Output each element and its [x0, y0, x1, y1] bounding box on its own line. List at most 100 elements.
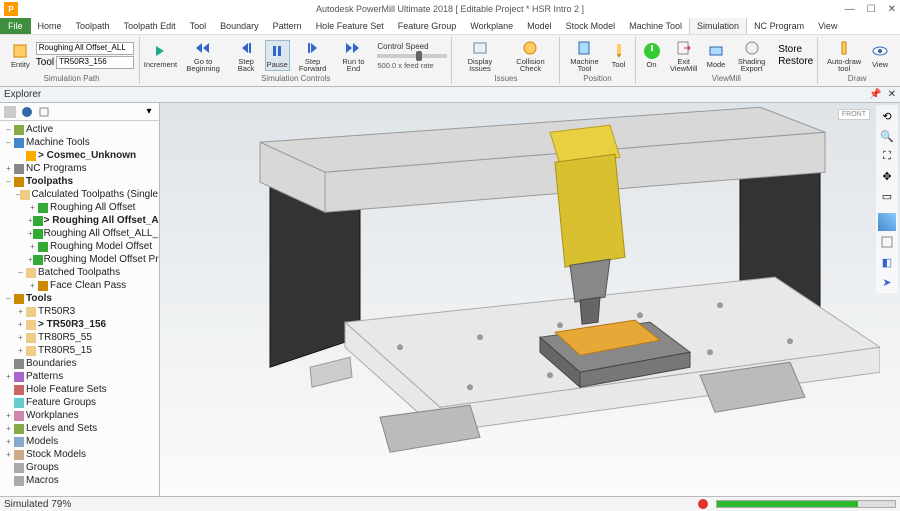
- vp-zoomwin-icon[interactable]: ▭: [878, 187, 896, 205]
- maximize-button[interactable]: ☐: [867, 4, 876, 15]
- tree-item[interactable]: Hole Feature Sets: [0, 383, 159, 396]
- vp-iso-icon[interactable]: ◧: [878, 253, 896, 271]
- pause-button[interactable]: Pause: [265, 40, 290, 71]
- explorer-pin-icon[interactable]: 📌: [869, 89, 881, 100]
- tree-item[interactable]: +> Roughing All Offset_ALL: [0, 214, 159, 227]
- menu-tab-tool[interactable]: Tool: [183, 18, 214, 34]
- display-issues-button[interactable]: Display Issues: [456, 38, 503, 74]
- vp-orbit-icon[interactable]: ⟲: [878, 107, 896, 125]
- tree-item[interactable]: Macros: [0, 474, 159, 487]
- explorer-close-icon[interactable]: ✕: [888, 89, 896, 100]
- machine-tool-button[interactable]: Machine Tool: [564, 38, 604, 74]
- menu-tab-model[interactable]: Model: [520, 18, 559, 34]
- shading-export-button[interactable]: Shading Export: [730, 38, 773, 74]
- tree-item[interactable]: +Roughing Model Offset: [0, 240, 159, 253]
- tree-item[interactable]: –Calculated Toolpaths (Single Level): [0, 188, 159, 201]
- tree-item[interactable]: +Patterns: [0, 370, 159, 383]
- tree-item[interactable]: +Models: [0, 435, 159, 448]
- run-to-end-button[interactable]: Run to End: [336, 38, 372, 74]
- menu-tab-home[interactable]: Home: [31, 18, 69, 34]
- tree-toggle-icon[interactable]: –: [16, 268, 25, 277]
- tree-toggle-icon[interactable]: +: [28, 281, 37, 290]
- vp-zoom-icon[interactable]: 🔍: [878, 127, 896, 145]
- tree-toggle-icon[interactable]: –: [4, 294, 13, 303]
- tree-toggle-icon[interactable]: +: [4, 450, 13, 459]
- tree-item[interactable]: +Roughing All Offset: [0, 201, 159, 214]
- menu-tab-pattern[interactable]: Pattern: [266, 18, 309, 34]
- menu-tab-toolpath-edit[interactable]: Toolpath Edit: [117, 18, 183, 34]
- tree-item[interactable]: +Workplanes: [0, 409, 159, 422]
- tool-position-button[interactable]: Tool: [607, 41, 631, 70]
- tree-toggle-icon[interactable]: –: [4, 125, 13, 134]
- tree-toggle-icon[interactable]: +: [4, 437, 13, 446]
- menu-tab-toolpath[interactable]: Toolpath: [69, 18, 117, 34]
- tree-item[interactable]: Boundaries: [0, 357, 159, 370]
- auto-draw-button[interactable]: Auto-draw tool: [822, 38, 866, 74]
- viewport-3d[interactable]: FRONT ⟲ 🔍 ⛶ ✥ ▭ ◧ ➤: [160, 103, 900, 496]
- menu-tab-workplane[interactable]: Workplane: [463, 18, 520, 34]
- tree-item[interactable]: +Face Clean Pass: [0, 279, 159, 292]
- explorer-menu-icon[interactable]: ▾: [142, 105, 156, 119]
- toolpath-combo[interactable]: Roughing All Offset_ALL: [36, 42, 134, 55]
- collision-check-button[interactable]: Collision Check: [506, 38, 556, 74]
- tree-item[interactable]: +NC Programs: [0, 162, 159, 175]
- vp-fit-icon[interactable]: ⛶: [878, 147, 896, 165]
- entity-button[interactable]: Entity: [8, 41, 33, 70]
- restore-button[interactable]: Restore: [778, 56, 813, 67]
- tree-toggle-icon[interactable]: +: [16, 307, 25, 316]
- tree-item[interactable]: +Roughing Model Offset Profile Smo: [0, 253, 159, 266]
- tree-toggle-icon[interactable]: +: [4, 411, 13, 420]
- tree-item[interactable]: Feature Groups: [0, 396, 159, 409]
- tree-item[interactable]: –Machine Tools: [0, 136, 159, 149]
- tree-item[interactable]: +Stock Models: [0, 448, 159, 461]
- vp-shade-icon[interactable]: [878, 213, 896, 231]
- vp-pan-icon[interactable]: ✥: [878, 167, 896, 185]
- tree-toggle-icon[interactable]: +: [4, 164, 13, 173]
- menu-tab-stock-model[interactable]: Stock Model: [559, 18, 623, 34]
- tree-item[interactable]: Groups: [0, 461, 159, 474]
- menu-tab-feature-group[interactable]: Feature Group: [391, 18, 464, 34]
- tool-combo[interactable]: TR50R3_156: [56, 56, 134, 69]
- mode-button[interactable]: Mode: [704, 41, 728, 70]
- close-button[interactable]: ✕: [888, 4, 896, 15]
- tree-toggle-icon[interactable]: +: [16, 346, 25, 355]
- tree-item[interactable]: +TR80R5_55: [0, 331, 159, 344]
- tree-toggle-icon[interactable]: +: [28, 203, 37, 212]
- tree-item[interactable]: > Cosmec_Unknown: [0, 149, 159, 162]
- menu-tab-simulation[interactable]: Simulation: [689, 18, 747, 34]
- explorer-tb-1[interactable]: [3, 105, 17, 119]
- minimize-button[interactable]: —: [845, 4, 855, 15]
- tree-toggle-icon[interactable]: –: [4, 138, 13, 147]
- tree-toggle-icon[interactable]: +: [28, 242, 37, 251]
- explorer-tb-2[interactable]: [20, 105, 34, 119]
- tree-item[interactable]: +TR80R5_15: [0, 344, 159, 357]
- exit-viewmill-button[interactable]: Exit ViewMill: [666, 38, 702, 74]
- tree-item[interactable]: –Active: [0, 123, 159, 136]
- menu-tab-machine-tool[interactable]: Machine Tool: [622, 18, 689, 34]
- tree-toggle-icon[interactable]: +: [16, 333, 25, 342]
- tree-item[interactable]: –Tools: [0, 292, 159, 305]
- tree-toggle-icon[interactable]: +: [16, 320, 25, 329]
- tree-toggle-icon[interactable]: –: [4, 177, 13, 186]
- store-button[interactable]: Store: [778, 44, 813, 55]
- step-back-button[interactable]: Step Back: [230, 38, 263, 74]
- menu-tab-nc-program[interactable]: NC Program: [747, 18, 811, 34]
- tree-item[interactable]: +TR50R3: [0, 305, 159, 318]
- vp-wire-icon[interactable]: [878, 233, 896, 251]
- goto-beginning-button[interactable]: Go to Beginning: [179, 38, 228, 74]
- tree-item[interactable]: +Levels and Sets: [0, 422, 159, 435]
- vp-cursor-icon[interactable]: ➤: [878, 273, 896, 291]
- file-menu[interactable]: File: [0, 18, 31, 34]
- menu-tab-boundary[interactable]: Boundary: [213, 18, 266, 34]
- increment-button[interactable]: Increment: [144, 41, 177, 70]
- tree-toggle-icon[interactable]: +: [4, 424, 13, 433]
- menu-tab-view[interactable]: View: [811, 18, 844, 34]
- step-forward-button[interactable]: Step Forward: [292, 38, 334, 74]
- view-button[interactable]: View: [868, 41, 892, 70]
- viewmill-on-button[interactable]: On: [640, 41, 664, 70]
- speed-slider[interactable]: [377, 54, 447, 58]
- tree-item[interactable]: –Toolpaths: [0, 175, 159, 188]
- tree-item[interactable]: –Batched Toolpaths: [0, 266, 159, 279]
- tree-item[interactable]: +> TR50R3_156: [0, 318, 159, 331]
- menu-tab-hole-feature-set[interactable]: Hole Feature Set: [309, 18, 391, 34]
